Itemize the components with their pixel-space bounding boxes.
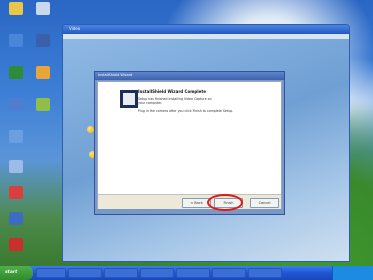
app-icon [36, 34, 50, 47]
taskbar-item[interactable] [212, 268, 246, 278]
folder-icon [9, 2, 23, 15]
wizard-heading: InstallShield Wizard Complete [138, 89, 206, 94]
desktop-icon-internet[interactable] [3, 130, 29, 160]
wizard-message-line: Plug in the camera after you click Finis… [138, 109, 234, 113]
finish-highlight-circle [207, 194, 243, 211]
wizard-titlebar[interactable]: InstallShield Wizard [95, 72, 284, 80]
wizard-message-line: your computer. [138, 101, 163, 105]
desktop: Video File Edit Control Help InstallShie… [0, 0, 373, 266]
recycle-bin-icon [9, 98, 23, 111]
desktop-icon-label [3, 201, 29, 209]
media-icon [9, 238, 23, 251]
desktop-icon-label [30, 113, 56, 121]
network-icon [9, 66, 23, 79]
desktop-icon-label [3, 49, 29, 57]
desktop-icon-label [3, 175, 29, 183]
start-button[interactable]: start [0, 266, 33, 280]
desktop-icon-label [3, 253, 29, 261]
internet-icon [9, 130, 23, 143]
app-icon [9, 212, 23, 225]
desktop-icon-app[interactable] [30, 34, 56, 64]
document-icon [36, 2, 50, 15]
app-icon [9, 186, 23, 199]
desktop-icon-label [30, 81, 56, 89]
taskbar-item[interactable] [68, 268, 102, 278]
desktop-icon-recycle-bin[interactable] [3, 98, 29, 128]
taskbar-item[interactable] [176, 268, 210, 278]
taskbar-item[interactable] [248, 268, 282, 278]
desktop-icon-my-computer[interactable] [3, 34, 29, 64]
desktop-icon-label [3, 227, 29, 235]
desktop-icon-label [3, 81, 29, 89]
system-tray [332, 266, 373, 280]
window-titlebar[interactable]: Video [63, 25, 349, 34]
desktop-icon-label [3, 17, 29, 25]
taskbar-item[interactable] [104, 268, 138, 278]
installer-icon [120, 90, 138, 108]
desktop-icon-shortcut[interactable] [30, 98, 56, 128]
wizard-button-row: < Back Finish Cancel [98, 194, 281, 209]
desktop-icon-label [30, 17, 56, 25]
files-icon [9, 160, 23, 173]
folder-icon [36, 66, 50, 79]
shortcut-icon [36, 98, 50, 111]
taskbar: start [0, 266, 373, 280]
desktop-icon-network[interactable] [3, 66, 29, 96]
desktop-icon-label [3, 145, 29, 153]
cancel-button[interactable]: Cancel [250, 198, 279, 208]
window-title: Video [69, 26, 81, 31]
desktop-icon-document[interactable] [30, 2, 56, 32]
desktop-icon-media[interactable] [3, 238, 29, 268]
screen: Video File Edit Control Help InstallShie… [0, 0, 373, 280]
desktop-icon-folder[interactable] [3, 2, 29, 32]
taskbar-item[interactable] [36, 268, 66, 278]
wizard-body: InstallShield Wizard Complete Setup has … [97, 81, 282, 209]
taskbar-item[interactable] [140, 268, 174, 278]
installshield-wizard-dialog[interactable]: InstallShield Wizard InstallShield Wizar… [94, 71, 285, 215]
desktop-icon-label [30, 49, 56, 57]
computer-icon [9, 34, 23, 47]
desktop-icon-folder-2[interactable] [30, 66, 56, 96]
wizard-title: InstallShield Wizard [98, 73, 133, 77]
orb-icon [87, 126, 94, 133]
desktop-icon-label [3, 113, 29, 121]
